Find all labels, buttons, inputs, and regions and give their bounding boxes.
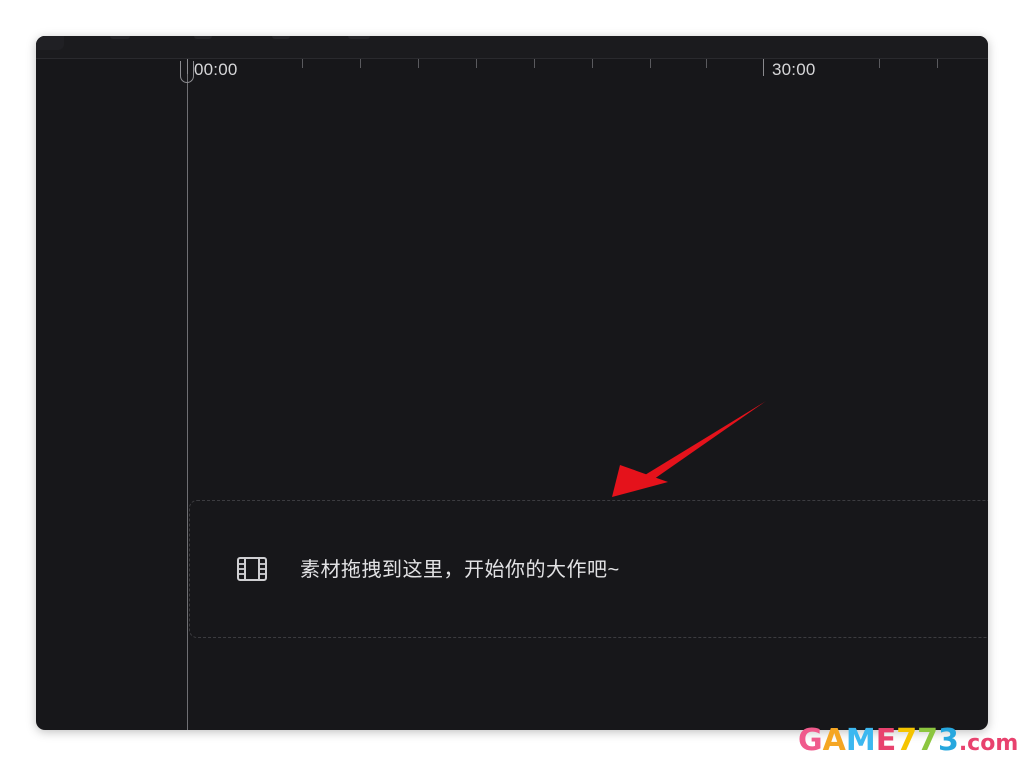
watermark-letter: M xyxy=(845,723,876,758)
playhead-line[interactable] xyxy=(187,74,188,730)
ruler-tick xyxy=(879,59,880,68)
ruler-tick xyxy=(418,59,419,68)
watermark-logo: GAME773.com xyxy=(798,724,1018,762)
watermark-digit: 7 xyxy=(917,723,938,758)
ruler-label-start: 00:00 xyxy=(194,60,238,79)
toolbar-button-ghost-4[interactable] xyxy=(348,36,370,39)
watermark-letter: G xyxy=(798,723,823,758)
ruler-tick xyxy=(534,59,535,68)
ruler-tick-major xyxy=(763,59,764,76)
toolbar-button-ghost-3[interactable] xyxy=(272,36,290,39)
ruler-tick xyxy=(592,59,593,68)
ruler-tick xyxy=(706,59,707,68)
playhead-handle[interactable] xyxy=(180,61,194,83)
watermark-domain: .com xyxy=(958,731,1019,756)
film-icon xyxy=(237,557,267,581)
toolbar-button-ghost-2[interactable] xyxy=(194,36,212,39)
timeline-toolbar xyxy=(36,36,988,59)
timeline-window: 00:00 30:00 素材拖拽到这里，开始你的大作吧~ xyxy=(36,36,988,730)
watermark-letter: A xyxy=(822,723,846,758)
watermark-digit: 3 xyxy=(937,723,959,758)
ruler-tick xyxy=(360,59,361,68)
watermark-letter: E xyxy=(875,723,897,758)
ruler-label-30: 30:00 xyxy=(772,60,816,79)
ruler-tick xyxy=(937,59,938,68)
toolbar-corner-tab xyxy=(36,36,64,50)
watermark-digit: 7 xyxy=(896,723,918,758)
toolbar-button-ghost-1[interactable] xyxy=(110,36,130,39)
drop-zone-hint: 素材拖拽到这里，开始你的大作吧~ xyxy=(300,559,620,581)
ruler-tick xyxy=(650,59,651,68)
time-ruler[interactable]: 00:00 30:00 xyxy=(36,59,988,83)
ruler-tick xyxy=(476,59,477,68)
ruler-tick xyxy=(302,59,303,68)
